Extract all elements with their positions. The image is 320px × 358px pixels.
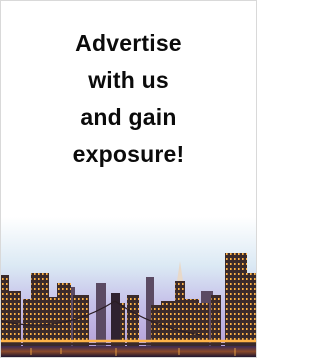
city-skyline-image <box>1 217 256 357</box>
ad-headline: Advertise with us and gain exposure! <box>1 25 256 173</box>
headline-line-2: with us <box>88 67 169 93</box>
river-water <box>1 346 256 357</box>
headline-line-4: exposure! <box>72 141 185 167</box>
headline-line-1: Advertise <box>75 30 182 56</box>
advertisement-banner[interactable]: Advertise with us and gain exposure! <box>0 0 257 358</box>
headline-line-3: and gain <box>80 104 177 130</box>
